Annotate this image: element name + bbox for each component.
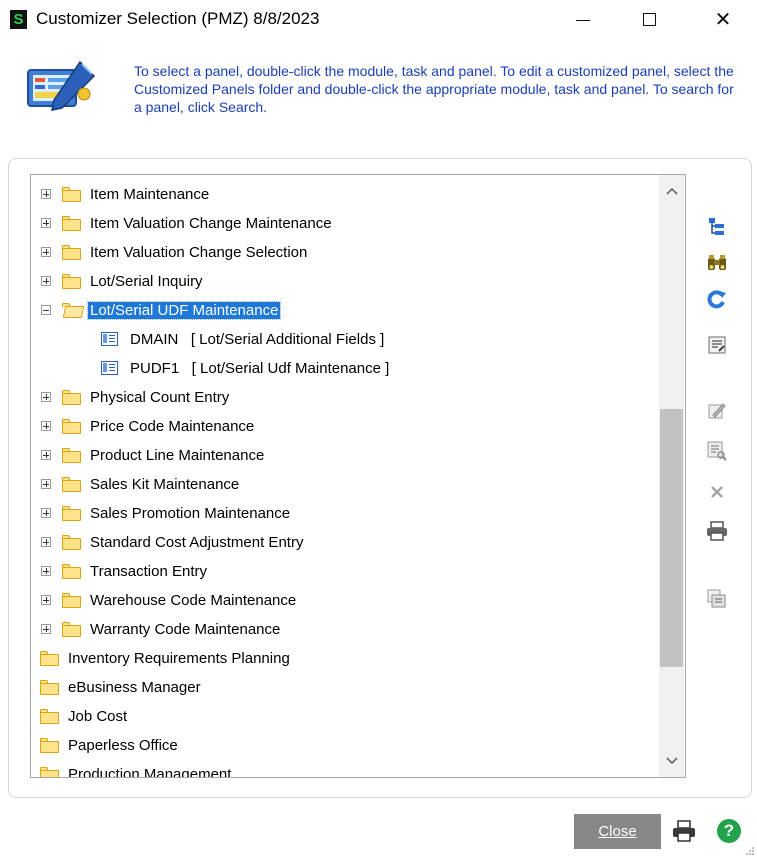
resize-grip-icon[interactable]	[745, 843, 755, 855]
folder-icon	[62, 244, 81, 260]
module-tree[interactable]: Item Maintenance Item Valuation Change M…	[30, 174, 686, 778]
help-icon: ?	[717, 819, 741, 843]
search-binoculars-icon[interactable]	[706, 252, 728, 274]
maximize-button[interactable]	[626, 0, 672, 38]
close-icon: ✕	[714, 8, 732, 31]
folder-icon	[62, 621, 81, 637]
tree-view-icon[interactable]	[706, 216, 728, 238]
tree-item[interactable]: Warehouse Code Maintenance	[41, 589, 296, 611]
copy-panel-icon[interactable]	[706, 588, 728, 610]
folder-icon	[62, 389, 81, 405]
tree-item[interactable]: Price Code Maintenance	[41, 415, 254, 437]
folder-icon	[62, 563, 81, 579]
expand-icon[interactable]	[41, 421, 51, 431]
tree-item[interactable]: Production Management	[40, 763, 231, 777]
expand-icon[interactable]	[41, 450, 51, 460]
expand-icon[interactable]	[41, 624, 51, 634]
tree-item[interactable]: Item Valuation Change Selection	[41, 241, 307, 263]
folder-icon	[62, 476, 81, 492]
scroll-thumb[interactable]	[660, 409, 683, 667]
folder-icon	[62, 215, 81, 231]
collapse-icon[interactable]	[41, 305, 51, 315]
folder-icon	[40, 650, 59, 666]
tree-item[interactable]: eBusiness Manager	[40, 676, 201, 698]
window-title: Customizer Selection (PMZ) 8/8/2023	[36, 9, 320, 28]
folder-icon	[62, 418, 81, 434]
tree-item[interactable]: Item Maintenance	[41, 183, 209, 205]
scroll-down-button[interactable]	[659, 750, 684, 772]
panel-icon	[101, 361, 118, 375]
tree-item[interactable]: Warranty Code Maintenance	[41, 618, 280, 640]
tree-panel-item[interactable]: DMAIN [ Lot/Serial Additional Fields ]	[101, 328, 384, 350]
expand-icon[interactable]	[41, 392, 51, 402]
expand-icon[interactable]	[41, 566, 51, 576]
app-icon: S	[10, 10, 27, 29]
tree-item[interactable]: Sales Promotion Maintenance	[41, 502, 290, 524]
expand-icon[interactable]	[41, 218, 51, 228]
title-bar: S Customizer Selection (PMZ) 8/8/2023 ✕	[0, 0, 757, 38]
delete-icon[interactable]	[706, 481, 728, 503]
expand-icon[interactable]	[41, 479, 51, 489]
print-icon[interactable]	[671, 818, 697, 844]
folder-icon	[40, 708, 59, 724]
minimize-button[interactable]	[560, 0, 606, 38]
help-button[interactable]: ?	[716, 818, 742, 844]
tree-item[interactable]: Lot/Serial Inquiry	[41, 270, 203, 292]
folder-icon	[40, 679, 59, 695]
chevron-up-icon	[665, 187, 678, 195]
expand-icon[interactable]	[41, 276, 51, 286]
expand-icon[interactable]	[41, 508, 51, 518]
expand-icon[interactable]	[41, 247, 51, 257]
close-button[interactable]: Close	[574, 814, 661, 849]
instructions-text: To select a panel, double-click the modu…	[134, 63, 734, 115]
tree-panel-item[interactable]: PUDF1 [ Lot/Serial Udf Maintenance ]	[101, 357, 389, 379]
tree-item[interactable]: Inventory Requirements Planning	[40, 647, 290, 669]
chevron-down-icon	[665, 757, 678, 765]
tree-item[interactable]: Physical Count Entry	[41, 386, 229, 408]
print-icon[interactable]	[706, 520, 728, 542]
expand-icon[interactable]	[41, 595, 51, 605]
scroll-up-button[interactable]	[659, 180, 684, 202]
folder-icon	[62, 447, 81, 463]
edit-panel-icon[interactable]	[706, 400, 728, 422]
expand-icon[interactable]	[41, 189, 51, 199]
tree-scrollbar[interactable]	[659, 175, 684, 777]
tree-item-selected[interactable]: Lot/Serial UDF Maintenance	[41, 299, 282, 321]
close-window-button[interactable]: ✕	[700, 0, 746, 38]
folder-icon	[62, 186, 81, 202]
folder-icon	[62, 592, 81, 608]
customizer-icon	[22, 56, 102, 116]
tree-item[interactable]: Sales Kit Maintenance	[41, 473, 239, 495]
maximize-icon	[642, 12, 656, 26]
folder-open-icon	[62, 302, 85, 318]
panel-icon	[101, 332, 118, 346]
preview-icon[interactable]	[706, 440, 728, 462]
folder-icon	[40, 737, 59, 753]
refresh-icon[interactable]	[706, 288, 728, 310]
properties-icon[interactable]	[706, 334, 728, 356]
tree-item[interactable]: Paperless Office	[40, 734, 178, 756]
minimize-icon	[576, 19, 590, 21]
tree-item[interactable]: Transaction Entry	[41, 560, 207, 582]
tree-item[interactable]: Item Valuation Change Maintenance	[41, 212, 332, 234]
folder-icon	[62, 505, 81, 521]
folder-icon	[62, 534, 81, 550]
folder-icon	[62, 273, 81, 289]
tree-item[interactable]: Job Cost	[40, 705, 127, 727]
tree-item[interactable]: Product Line Maintenance	[41, 444, 264, 466]
folder-icon	[40, 766, 59, 777]
expand-icon[interactable]	[41, 537, 51, 547]
tree-item[interactable]: Standard Cost Adjustment Entry	[41, 531, 303, 553]
